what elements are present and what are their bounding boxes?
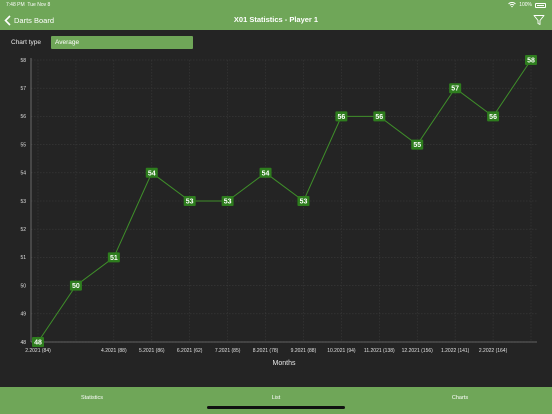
chart-axes: 48 49 50 51 52 53 54 55 56 57 58 2.2021 (84) 4.2021 …	[20, 58, 537, 354]
tab-list[interactable]: List	[184, 387, 368, 414]
x-tick-label: 4.2021 (88)	[101, 348, 127, 354]
x-tick-label: 11.2021 (138)	[364, 348, 395, 354]
data-point-label: 53	[186, 199, 194, 206]
x-tick-label: 2.2022 (164)	[479, 348, 508, 354]
status-time: 7:48 PM	[6, 2, 25, 8]
data-point-label: 58	[527, 58, 535, 65]
y-tick-label: 51	[20, 255, 26, 261]
tab-statistics[interactable]: Statistics	[0, 387, 184, 414]
status-bar: 7:48 PM Tue Nov 8 100%	[0, 0, 552, 10]
x-tick-label: 10.2021 (94)	[327, 348, 356, 354]
data-point-label: 53	[224, 199, 232, 206]
data-point-label: 53	[300, 199, 308, 206]
y-tick-label: 58	[20, 58, 26, 64]
data-point-label: 48	[34, 340, 42, 347]
y-tick-label: 57	[20, 86, 26, 92]
x-tick-label: 7.2021 (85)	[215, 348, 241, 354]
tab-charts[interactable]: Charts	[368, 387, 552, 414]
tab-bar: Statistics List Charts	[0, 387, 552, 414]
y-tick-label: 56	[20, 114, 26, 120]
data-point-label: 56	[489, 114, 497, 121]
data-point-label: 55	[413, 142, 421, 149]
average-line-chart: 48 49 50 51 52 53 54 55 56 57 58 2.2021 (84) 4.2021 …	[20, 55, 537, 367]
status-indicators: 100%	[508, 2, 546, 8]
x-tick-label: 1.2022 (141)	[441, 348, 470, 354]
navigation-bar: Darts Board X01 Statistics - Player 1	[0, 10, 552, 30]
x-axis-title: Months	[273, 360, 296, 367]
data-point-label: 57	[451, 86, 459, 93]
data-point-label: 56	[375, 114, 383, 121]
y-tick-label: 48	[20, 340, 26, 346]
chart-type-select[interactable]: Average	[51, 36, 193, 49]
page-title: X01 Statistics - Player 1	[233, 15, 319, 24]
battery-icon	[535, 2, 546, 8]
status-date: Tue Nov 8	[27, 2, 51, 8]
x-tick-label: 8.2021 (78)	[253, 348, 279, 354]
chart-type-row: Chart type Average	[0, 34, 552, 52]
y-tick-label: 54	[20, 171, 26, 177]
chart-type-label: Chart type	[11, 39, 41, 46]
home-indicator	[207, 406, 345, 409]
x-tick-label: 6.2021 (62)	[177, 348, 203, 354]
battery-percent: 100%	[519, 2, 532, 8]
chart-grid	[31, 59, 537, 343]
x-tick-label: 12.2021 (156)	[402, 348, 433, 354]
y-tick-label: 53	[20, 199, 26, 205]
x-tick-label: 2.2021 (84)	[25, 348, 51, 354]
status-time-date: 7:48 PM Tue Nov 8	[6, 2, 50, 8]
x-tick-label: 5.2021 (86)	[139, 348, 165, 354]
y-tick-label: 55	[20, 142, 26, 148]
filter-icon[interactable]	[533, 14, 545, 26]
data-point-label: 54	[148, 170, 156, 177]
x-tick-label: 9.2021 (88)	[291, 348, 317, 354]
y-tick-label: 52	[20, 227, 26, 233]
data-point-label: 54	[262, 170, 270, 177]
wifi-icon	[508, 2, 517, 8]
data-point-label: 50	[72, 283, 80, 290]
data-point-label: 51	[110, 255, 118, 262]
y-tick-label: 50	[20, 283, 26, 289]
data-point-label: 56	[337, 114, 345, 121]
y-tick-label: 49	[20, 312, 26, 318]
